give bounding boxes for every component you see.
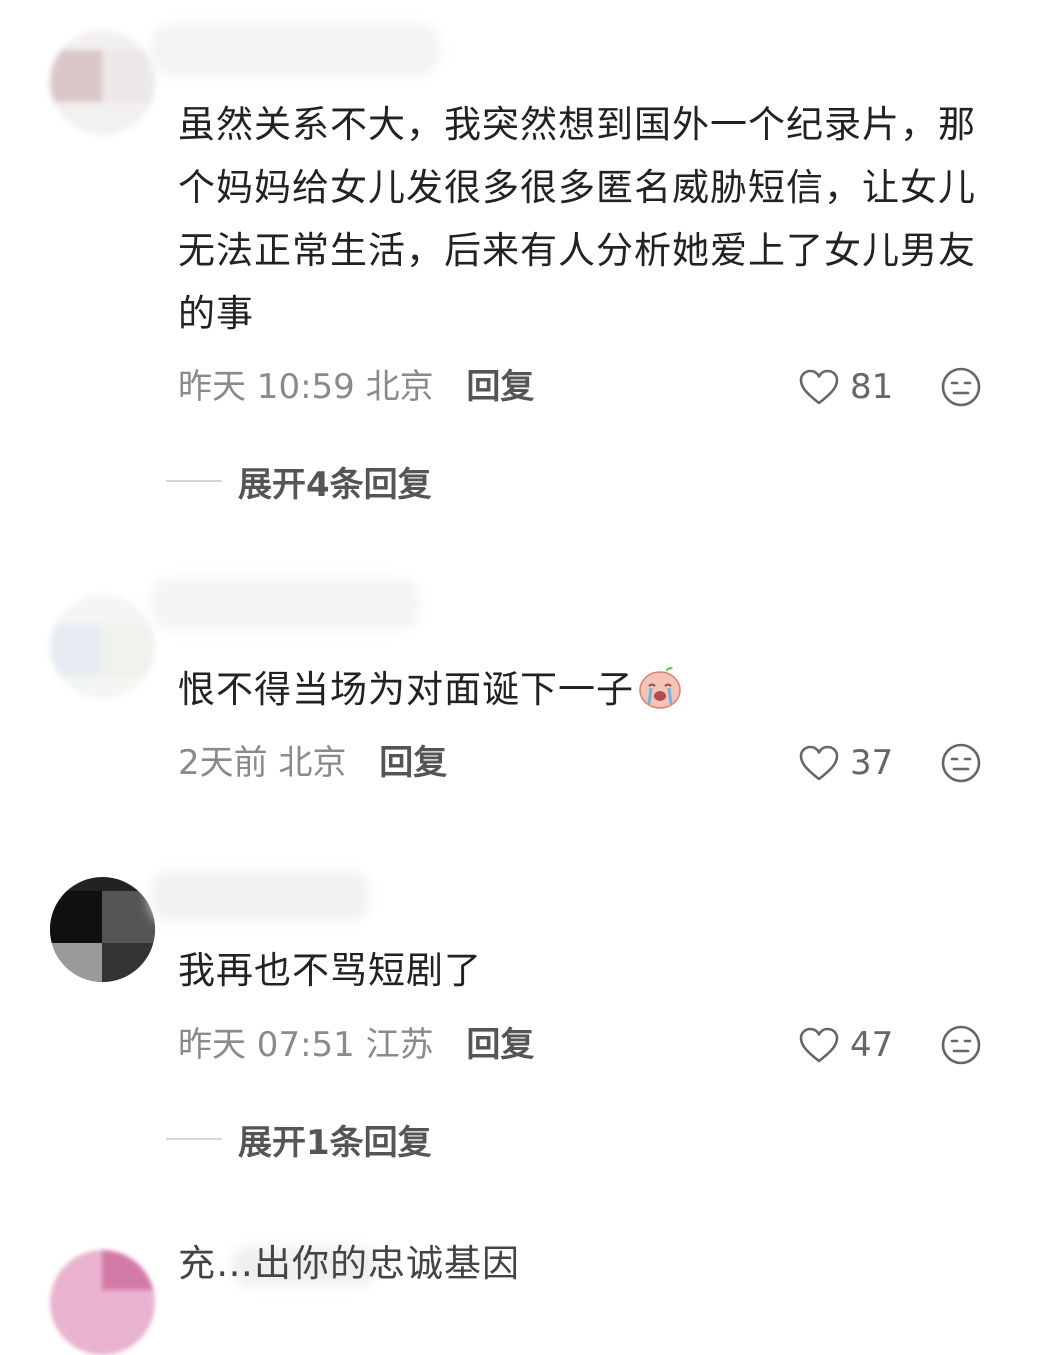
comment-meta: 昨天 07:51 江苏 回复 [178, 1020, 534, 1070]
heart-outline-icon [798, 1026, 840, 1064]
comment-time: 昨天 07:51 [178, 1025, 355, 1065]
comment-text: 恨不得当场为对面诞下一子 [178, 658, 998, 729]
comment-location: 北京 [278, 743, 347, 783]
username-blurred[interactable] [150, 870, 370, 922]
expand-replies-label: 展开4条回复 [238, 464, 432, 505]
neutral-face-icon [940, 367, 982, 412]
avatar[interactable] [50, 594, 155, 699]
heart-outline-icon [798, 368, 840, 406]
avatar[interactable] [50, 877, 155, 982]
dislike-button[interactable] [940, 742, 982, 784]
expand-replies-button[interactable]: 展开4条回复 [166, 456, 432, 506]
expand-replies-label: 展开1条回复 [238, 1122, 432, 1163]
reply-button[interactable]: 回复 [466, 1025, 534, 1065]
comment-text: 虽然关系不大，我突然想到国外一个纪录片，那个妈妈给女儿发很多很多匿名威胁短信，让… [178, 103, 976, 335]
comment-time: 2天前 [178, 743, 268, 783]
divider-line [166, 1138, 222, 1140]
like-count: 47 [850, 1025, 894, 1065]
comment-meta: 昨天 10:59 北京 回复 [178, 362, 534, 412]
comment-location: 江苏 [365, 1025, 434, 1065]
comment-location: 北京 [365, 367, 434, 407]
username-blurred[interactable] [150, 578, 420, 630]
comment-meta: 2天前 北京 回复 [178, 738, 447, 788]
avatar[interactable] [50, 30, 155, 135]
crying-face-emoji [636, 664, 684, 729]
like-button[interactable]: 47 [798, 1020, 893, 1070]
like-count: 81 [850, 367, 894, 407]
comment-time: 昨天 10:59 [178, 367, 355, 407]
dislike-button[interactable] [940, 1024, 982, 1066]
reply-button[interactable]: 回复 [466, 367, 534, 407]
neutral-face-icon [940, 743, 982, 788]
reply-button[interactable]: 回复 [379, 743, 447, 783]
like-button[interactable]: 37 [798, 738, 893, 788]
expand-replies-button[interactable]: 展开1条回复 [166, 1114, 432, 1164]
like-button[interactable]: 81 [798, 362, 893, 412]
neutral-face-icon [940, 1025, 982, 1070]
divider-line [166, 480, 222, 482]
dislike-button[interactable] [940, 366, 982, 408]
comment-text: 充…出你的忠诚基因 [178, 1242, 520, 1285]
username-blurred[interactable] [150, 24, 440, 76]
avatar[interactable] [50, 1250, 155, 1355]
heart-outline-icon [798, 744, 840, 782]
like-count: 37 [850, 743, 894, 783]
comment-text: 我再也不骂短剧了 [178, 949, 482, 992]
